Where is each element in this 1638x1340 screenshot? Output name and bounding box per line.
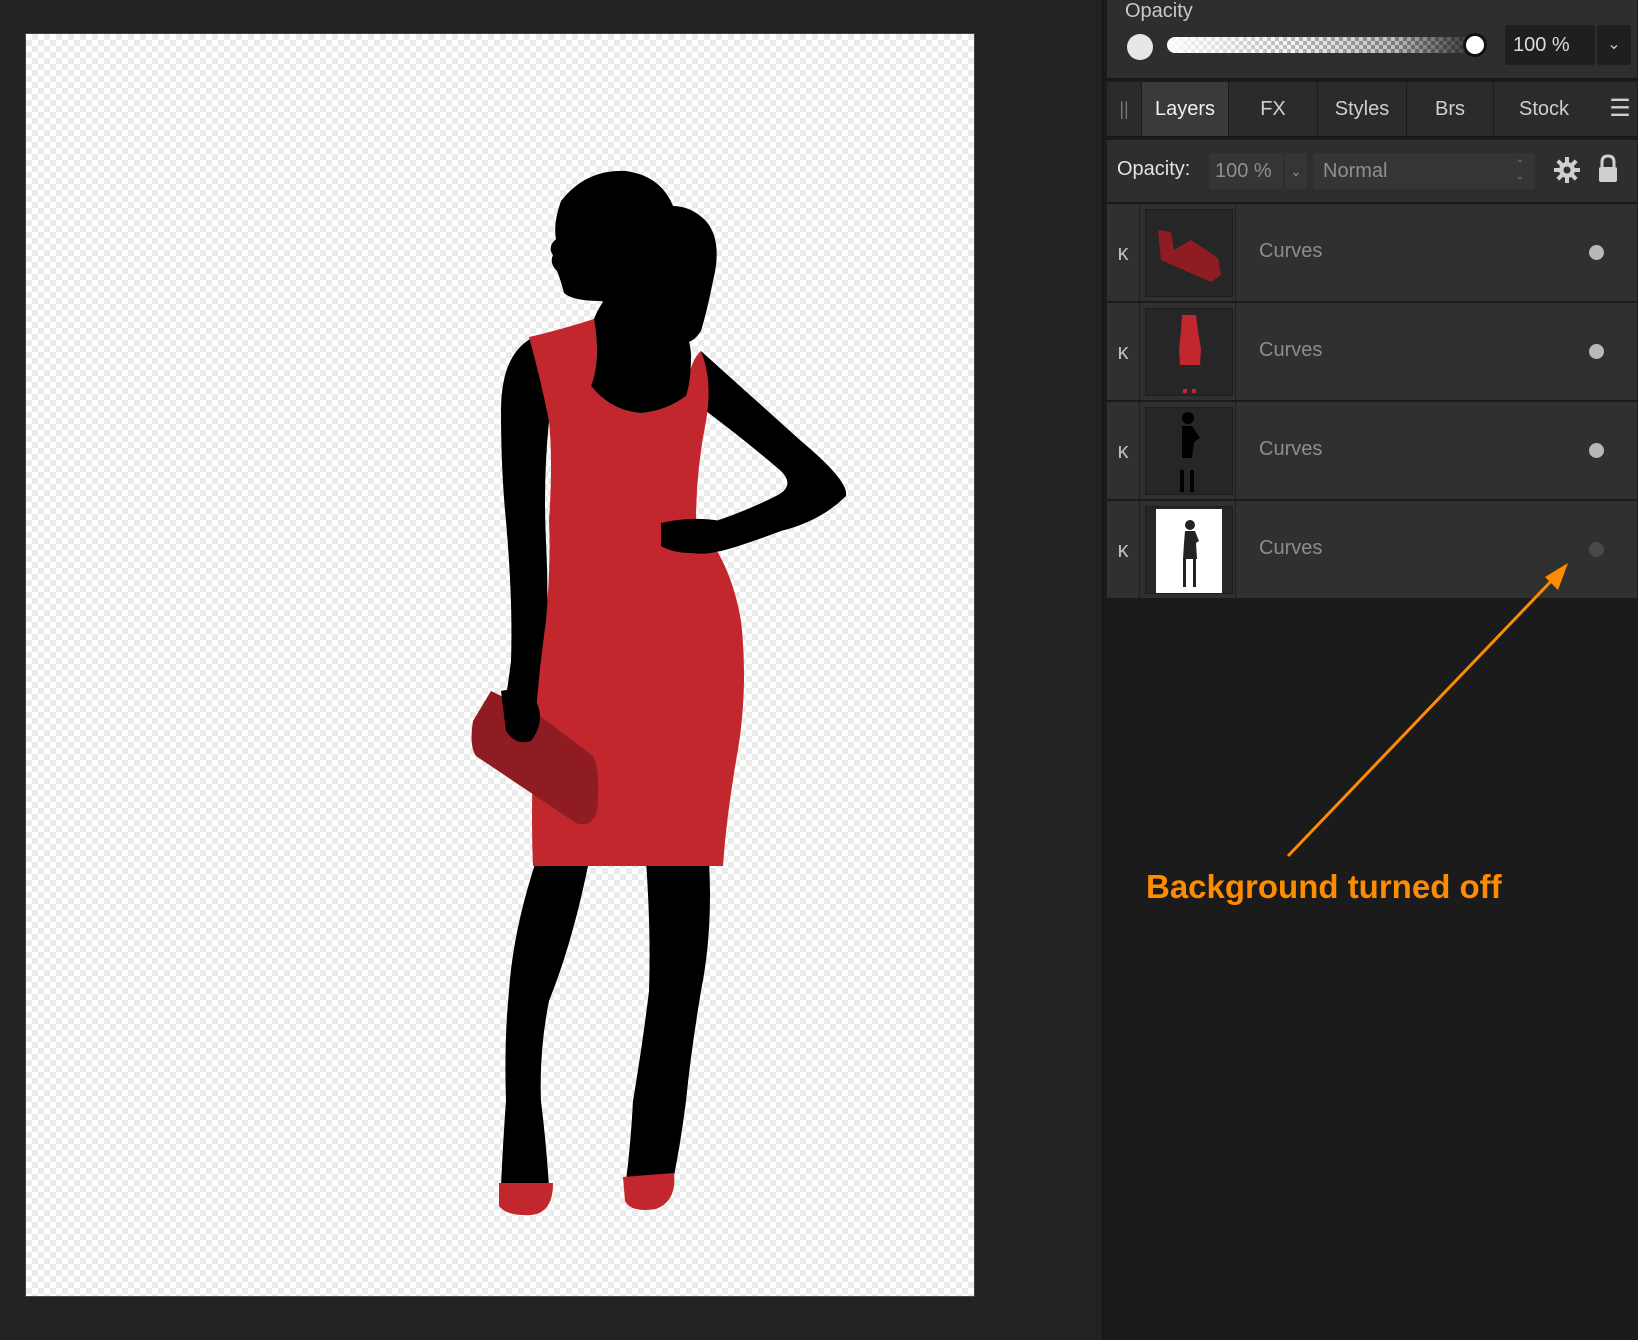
layer-name: Curves [1259, 240, 1323, 262]
opacity-slider[interactable] [1167, 37, 1473, 53]
updown-arrows-icon: ⌃ ⌄ [1515, 159, 1525, 182]
chevron-down-icon[interactable]: ⌄ [1285, 153, 1307, 189]
opacity-section: Opacity 100 % ⌄ [1107, 0, 1637, 79]
canvas-area [0, 0, 1102, 1340]
visibility-toggle[interactable] [1589, 443, 1604, 458]
tab-brushes[interactable]: Brs [1407, 82, 1494, 136]
layer-thumbnail [1145, 209, 1233, 297]
hamburger-menu-icon[interactable]: ☰ [1603, 82, 1637, 136]
tab-layers[interactable]: Layers [1142, 82, 1229, 136]
annotation-label: Background turned off [1146, 868, 1502, 905]
curves-adjustment-icon[interactable]: κ [1107, 303, 1140, 400]
layer-row[interactable]: κ Curves [1107, 501, 1637, 599]
tab-styles[interactable]: Styles [1318, 82, 1407, 136]
layer-opacity-label: Opacity: [1117, 158, 1191, 180]
panel-grip-icon[interactable]: || [1107, 82, 1142, 136]
curves-adjustment-icon[interactable]: κ [1107, 204, 1140, 301]
curves-adjustment-icon[interactable]: κ [1107, 501, 1140, 598]
visibility-toggle[interactable] [1589, 542, 1604, 557]
document-canvas[interactable] [25, 33, 975, 1297]
layer-thumbnail [1145, 407, 1233, 495]
clutch-thumbnail-icon [1158, 230, 1221, 282]
background-thumbnail-icon [1156, 509, 1222, 593]
hip-hand [661, 518, 733, 554]
layer-opacity-field[interactable]: 100 % [1209, 153, 1283, 189]
right-panel: Opacity 100 % ⌄ || Layers FX Styles Brs … [1102, 0, 1638, 1340]
silhouette-thumbnail-icon [1180, 412, 1200, 492]
left-leg [501, 861, 589, 1186]
blend-mode-select[interactable]: Normal [1313, 153, 1535, 189]
layers-list: κ Curves κ Curves κ Curves κ Curves [1107, 204, 1637, 600]
curves-adjustment-icon[interactable]: κ [1107, 402, 1140, 499]
left-shoe [499, 1183, 553, 1216]
tab-stock[interactable]: Stock [1494, 82, 1594, 136]
opacity-swatch[interactable] [1127, 34, 1153, 60]
opacity-title: Opacity [1125, 0, 1193, 22]
layer-name: Curves [1259, 438, 1323, 460]
layer-options-bar: Opacity: 100 % ⌄ Normal ⌃ ⌄ [1107, 140, 1637, 203]
dress-thumbnail-icon [1179, 315, 1201, 393]
visibility-toggle[interactable] [1589, 344, 1604, 359]
layer-row[interactable]: κ Curves [1107, 303, 1637, 401]
layer-row[interactable]: κ Curves [1107, 402, 1637, 500]
layer-thumbnail [1145, 308, 1233, 396]
layer-name: Curves [1259, 339, 1323, 361]
tab-fx[interactable]: FX [1229, 82, 1318, 136]
opacity-value-field[interactable]: 100 % [1505, 25, 1595, 65]
right-shoe [623, 1173, 675, 1210]
visibility-toggle[interactable] [1589, 245, 1604, 260]
chevron-down-icon[interactable]: ⌄ [1597, 25, 1631, 65]
layer-name: Curves [1259, 537, 1323, 559]
gear-icon[interactable] [1553, 156, 1581, 184]
opacity-slider-knob[interactable] [1463, 33, 1487, 57]
right-leg [626, 861, 710, 1181]
layer-row[interactable]: κ Curves [1107, 204, 1637, 302]
lock-icon[interactable] [1597, 154, 1619, 184]
silhouette-artwork [471, 170, 847, 1216]
studio-tab-bar: || Layers FX Styles Brs Stock ☰ [1107, 82, 1637, 137]
layer-thumbnail [1145, 506, 1233, 594]
